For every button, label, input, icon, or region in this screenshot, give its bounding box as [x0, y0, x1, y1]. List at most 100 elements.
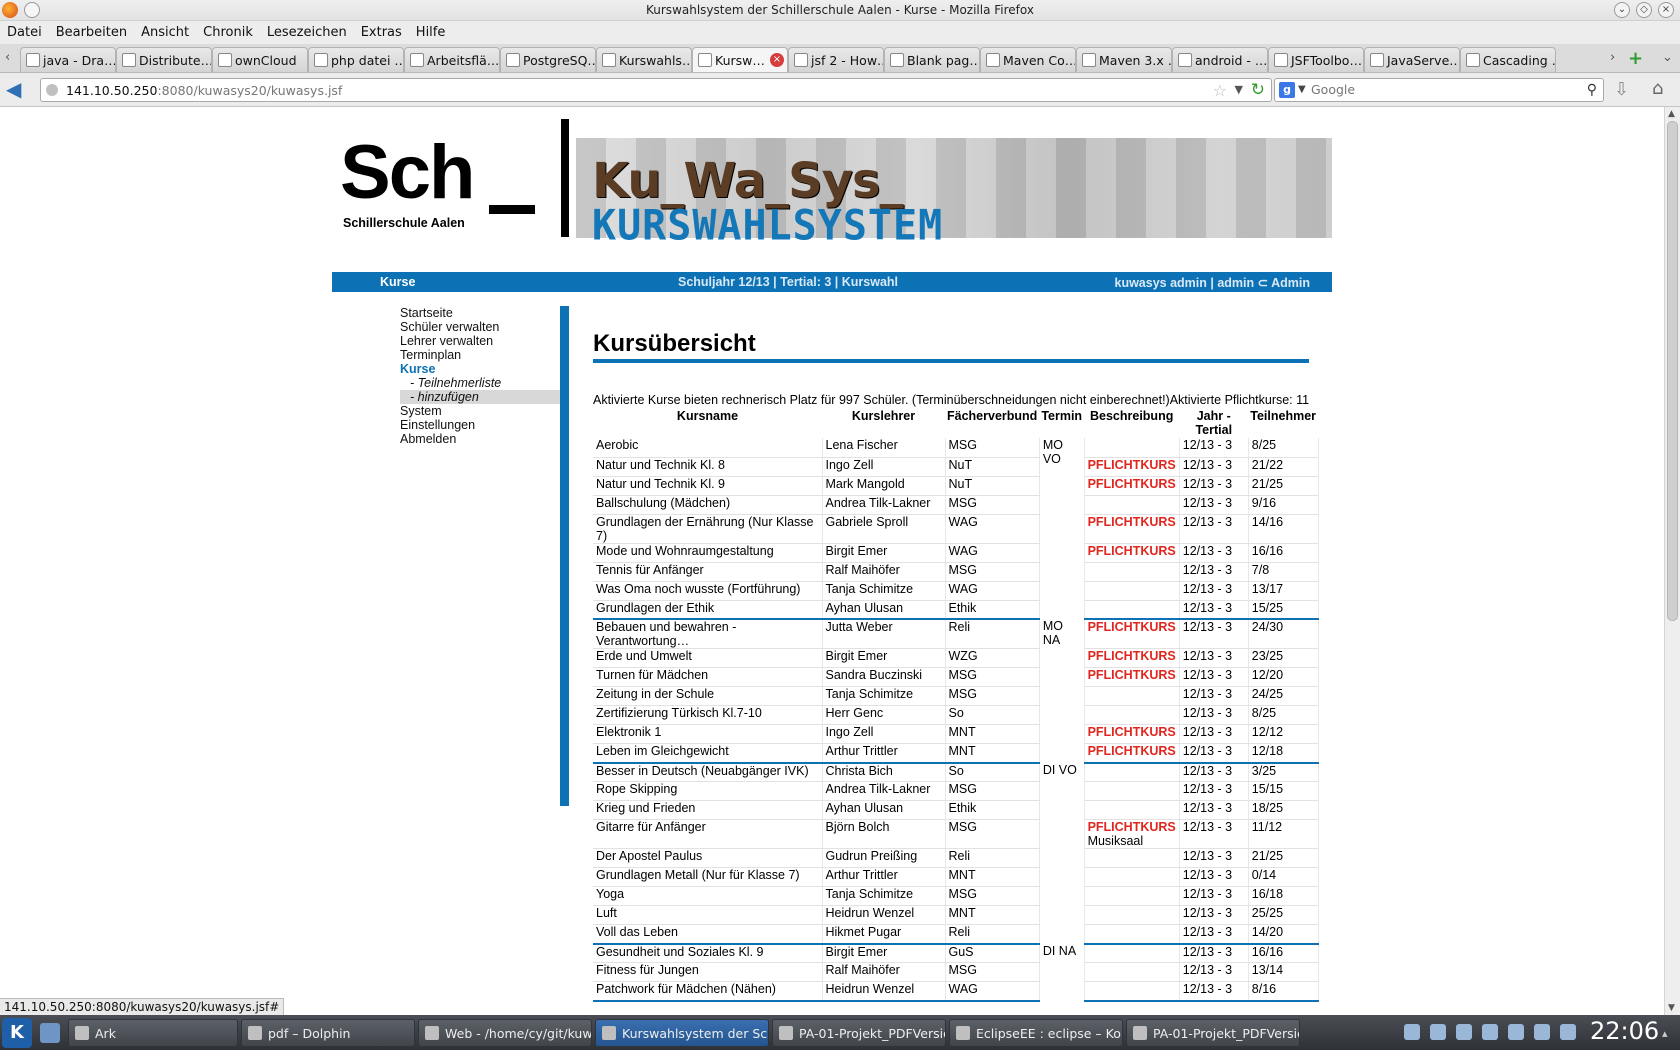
tab-list-icon[interactable]: ⌄ — [1662, 50, 1673, 65]
header-teilnehmer[interactable]: Teilnehmer — [1248, 408, 1318, 438]
history-dropdown-icon[interactable]: ▼ — [1235, 83, 1243, 96]
browser-tab[interactable]: JSFToolbo… — [1268, 47, 1364, 72]
close-tab-icon[interactable]: × — [770, 53, 784, 67]
new-tab-icon[interactable]: + — [1628, 48, 1643, 69]
download-icon[interactable]: ⇩ — [1614, 79, 1629, 100]
network-icon[interactable] — [1560, 1024, 1576, 1040]
taskbar-task[interactable]: PA-01-Projekt_PDFVersion_I — [1126, 1019, 1300, 1047]
dropbox-icon[interactable] — [1404, 1024, 1420, 1040]
back-arrow-icon[interactable]: ◀ — [6, 79, 30, 101]
table-row[interactable]: Natur und Technik Kl. 9 Mark Mangold NuT PF… — [593, 476, 1319, 496]
table-row[interactable]: Der Apostel Paulus Gudrun Preißing Reli 12/… — [593, 848, 1319, 868]
header-jahr-tertial[interactable]: Jahr - Tertial — [1179, 408, 1248, 438]
table-row[interactable]: Patchwork für Mädchen (Nähen) Heidrun Wen… — [593, 981, 1319, 1002]
menu-chronik[interactable]: Chronik — [196, 21, 260, 40]
launcher-icon[interactable] — [40, 1023, 60, 1043]
search-input[interactable] — [1311, 82, 1561, 97]
sidebar-item[interactable]: Lehrer verwalten — [400, 334, 560, 348]
sidebar-item[interactable]: - hinzufügen — [400, 390, 560, 404]
table-row[interactable]: Grundlagen der Ethik Ayhan Ulusan Ethik 12/… — [593, 600, 1319, 620]
search-engine-dropdown-icon[interactable]: ▼ — [1298, 84, 1306, 95]
table-row[interactable]: Rope Skipping Andrea Tilk-Lakner MSG 12/13 … — [593, 781, 1319, 801]
battery-icon[interactable] — [1534, 1024, 1550, 1040]
tab-scroll-left-icon[interactable]: ‹ — [5, 50, 10, 65]
sidebar-item[interactable]: Schüler verwalten — [400, 320, 560, 334]
reload-icon[interactable]: ↻ — [1251, 80, 1265, 100]
table-row[interactable]: Grundlagen Metall (Nur für Klasse 7) Arth… — [593, 867, 1319, 887]
taskbar-task[interactable]: PA-01-Projekt_PDFVersion_I — [772, 1019, 946, 1047]
table-row[interactable]: Yoga Tanja Schimitze MSG 12/13 - 3 16/18 — [593, 886, 1319, 906]
table-row[interactable]: Natur und Technik Kl. 8 Ingo Zell NuT PFLIC… — [593, 457, 1319, 477]
browser-tab[interactable]: PostgreSQ… — [500, 47, 596, 72]
close-window-button[interactable]: × — [1658, 2, 1674, 18]
header-beschreibung[interactable]: Beschreibung — [1084, 408, 1179, 438]
nav-section-kurse[interactable]: Kurse — [380, 275, 415, 289]
browser-tab[interactable]: Blank pag… — [884, 47, 980, 72]
sidebar-item[interactable]: Startseite — [400, 306, 560, 320]
table-row[interactable]: Gitarre für Anfänger Björn Bolch MSG PFLICH… — [593, 819, 1319, 849]
scrollbar-thumb[interactable] — [1667, 121, 1678, 621]
browser-tab[interactable]: Maven 3.x … — [1076, 47, 1172, 72]
panel-toolbox-icon[interactable]: ▴ — [1662, 1027, 1668, 1040]
kde-menu-icon[interactable]: K — [2, 1018, 32, 1048]
sidebar-item[interactable]: System — [400, 404, 560, 418]
taskbar-task[interactable]: Web - /home/cy/git/kuwasys — [418, 1019, 592, 1047]
table-row[interactable]: Luft Heidrun Wenzel MNT 12/13 - 3 25/25 — [593, 905, 1319, 925]
browser-tab[interactable]: android - … — [1172, 47, 1268, 72]
browser-tab[interactable]: Distribute… — [116, 47, 212, 72]
browser-tab[interactable]: jsf 2 - How… — [788, 47, 884, 72]
browser-tab[interactable]: ownCloud — [212, 47, 308, 72]
browser-tab[interactable]: Kursw… × — [692, 47, 788, 72]
scroll-down-icon[interactable]: ▼ — [1668, 1003, 1675, 1013]
table-row[interactable]: Gesundheit und Soziales Kl. 9 Birgit Emer… — [593, 943, 1319, 1001]
volume-icon[interactable] — [1508, 1024, 1524, 1040]
tab-scroll-right-icon[interactable]: › — [1610, 50, 1615, 65]
sidebar-item[interactable]: Kurse — [400, 362, 560, 376]
header-kursname[interactable]: Kursname — [593, 408, 822, 438]
user-info[interactable]: kuwasys admin | admin ⊂ Admin — [1115, 275, 1311, 290]
table-row[interactable]: Besser in Deutsch (Neuabgänger IVK) Chris… — [593, 762, 1319, 944]
bookmark-star-icon[interactable]: ☆ — [1213, 81, 1227, 100]
settings-icon[interactable] — [1456, 1024, 1472, 1040]
taskbar-task[interactable]: Kurswahlsystem der Schiller — [595, 1019, 769, 1047]
table-row[interactable]: Fitness für Jungen Ralf Maihöfer MSG 12/13 … — [593, 962, 1319, 982]
sidebar-item[interactable]: Abmelden — [400, 432, 560, 446]
sidebar-item[interactable]: Terminplan — [400, 348, 560, 362]
taskbar-task[interactable]: Ark — [68, 1019, 238, 1047]
address-bar[interactable]: 141.10.50.250:8080/kuwasys20/kuwasys.jsf… — [40, 78, 1272, 102]
scroll-up-icon[interactable]: ▲ — [1668, 109, 1675, 119]
menu-lesezeichen[interactable]: Lesezeichen — [260, 21, 354, 40]
table-row[interactable]: Tennis für Anfänger Ralf Maihöfer MSG 12/13… — [593, 562, 1319, 582]
table-row[interactable]: Krieg und Frieden Ayhan Ulusan Ethik 12/13 … — [593, 800, 1319, 820]
browser-tab[interactable]: Maven Co… — [980, 47, 1076, 72]
menu-hilfe[interactable]: Hilfe — [409, 21, 453, 40]
table-row[interactable]: Grundlagen der Ernährung (Nur Klasse 7) G… — [593, 514, 1319, 544]
home-icon[interactable]: ⌂ — [1652, 78, 1663, 99]
table-row[interactable]: Mode und Wohnraumgestaltung Birgit Emer WA… — [593, 543, 1319, 563]
header-termin[interactable]: Termin — [1039, 408, 1084, 438]
address-url[interactable]: 141.10.50.250:8080/kuwasys20/kuwasys.jsf — [66, 83, 342, 98]
table-row[interactable]: Aerobic Lena Fischer MSG MO VO 12/13 - 3 8/25 — [593, 438, 1319, 619]
table-row[interactable]: Zeitung in der Schule Tanja Schimitze MSG 1… — [593, 686, 1319, 706]
browser-tab[interactable]: JavaServe… — [1364, 47, 1460, 72]
header-faecherverbund[interactable]: Fächerverbund — [945, 408, 1039, 438]
maximize-button[interactable]: ◇ — [1636, 2, 1652, 18]
table-row[interactable]: Was Oma noch wusste (Fortführung) Tanja S… — [593, 581, 1319, 601]
menu-bearbeiten[interactable]: Bearbeiten — [49, 21, 134, 40]
table-row[interactable]: Bebauen und bewahren - Verantwortung… Jut… — [593, 619, 1319, 763]
browser-tab[interactable]: php datei … — [308, 47, 404, 72]
minimize-button[interactable]: ⌄ — [1614, 2, 1630, 18]
sidebar-item[interactable]: - Teilnehmerliste — [400, 376, 560, 390]
table-row[interactable]: Erde und Umwelt Birgit Emer WZG PFLICHTKURS… — [593, 648, 1319, 668]
table-row[interactable]: Leben im Gleichgewicht Arthur Trittler MNT… — [593, 743, 1319, 764]
table-row[interactable]: Voll das Leben Hikmet Pugar Reli 12/13 - 31… — [593, 924, 1319, 945]
clock[interactable]: 22:06 — [1590, 1017, 1659, 1045]
site-identity-icon[interactable] — [46, 84, 58, 96]
header-kurslehrer[interactable]: Kurslehrer — [822, 408, 945, 438]
taskbar-task[interactable]: pdf – Dolphin — [241, 1019, 415, 1047]
taskbar-task[interactable]: EclipseEE : eclipse – Konsole — [949, 1019, 1123, 1047]
browser-tab[interactable]: Arbeitsflä… — [404, 47, 500, 72]
search-bar[interactable]: g ▼ ⚲ — [1274, 78, 1604, 102]
rss-icon[interactable] — [1430, 1024, 1446, 1040]
binoculars-icon[interactable]: ⚲ — [1587, 82, 1597, 98]
